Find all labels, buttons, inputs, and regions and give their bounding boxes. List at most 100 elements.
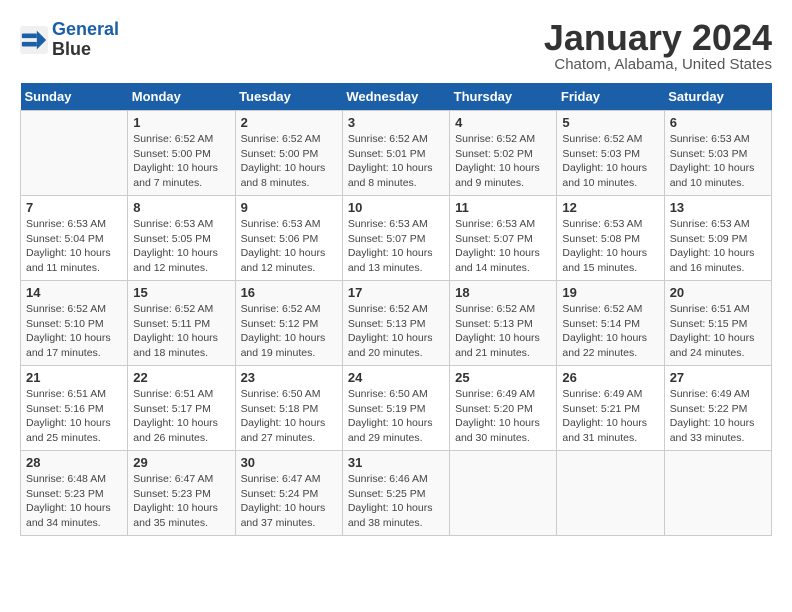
calendar-cell: 9 Sunrise: 6:53 AMSunset: 5:06 PMDaylight… [235, 196, 342, 281]
month-title: January 2024 [544, 20, 772, 56]
calendar-cell: 13 Sunrise: 6:53 AMSunset: 5:09 PMDayligh… [664, 196, 771, 281]
day-number: 4 [455, 115, 551, 130]
day-number: 8 [133, 200, 229, 215]
day-number: 19 [562, 285, 658, 300]
day-number: 23 [241, 370, 337, 385]
day-info: Sunrise: 6:52 AMSunset: 5:01 PMDaylight:… [348, 132, 444, 191]
calendar-cell: 12 Sunrise: 6:53 AMSunset: 5:08 PMDayligh… [557, 196, 664, 281]
day-number: 10 [348, 200, 444, 215]
weekday-header-wednesday: Wednesday [342, 83, 449, 111]
day-number: 16 [241, 285, 337, 300]
day-info: Sunrise: 6:53 AMSunset: 5:08 PMDaylight:… [562, 217, 658, 276]
day-info: Sunrise: 6:52 AMSunset: 5:03 PMDaylight:… [562, 132, 658, 191]
day-info: Sunrise: 6:53 AMSunset: 5:07 PMDaylight:… [348, 217, 444, 276]
day-number: 22 [133, 370, 229, 385]
day-info: Sunrise: 6:51 AMSunset: 5:16 PMDaylight:… [26, 387, 122, 446]
calendar-cell: 26 Sunrise: 6:49 AMSunset: 5:21 PMDayligh… [557, 366, 664, 451]
calendar-cell: 21 Sunrise: 6:51 AMSunset: 5:16 PMDayligh… [21, 366, 128, 451]
logo-line2: Blue [52, 40, 119, 60]
calendar-cell: 22 Sunrise: 6:51 AMSunset: 5:17 PMDayligh… [128, 366, 235, 451]
day-info: Sunrise: 6:48 AMSunset: 5:23 PMDaylight:… [26, 472, 122, 531]
title-block: January 2024 Chatom, Alabama, United Sta… [544, 20, 772, 73]
calendar-cell: 25 Sunrise: 6:49 AMSunset: 5:20 PMDayligh… [450, 366, 557, 451]
calendar-cell: 10 Sunrise: 6:53 AMSunset: 5:07 PMDayligh… [342, 196, 449, 281]
logo: General Blue [20, 20, 119, 60]
calendar-cell: 16 Sunrise: 6:52 AMSunset: 5:12 PMDayligh… [235, 281, 342, 366]
logo-text: General Blue [52, 20, 119, 60]
logo-line1: General [52, 19, 119, 39]
calendar-cell: 31Sunrise: 6:46 AMSunset: 5:25 PMDayligh… [342, 451, 449, 536]
weekday-header-monday: Monday [128, 83, 235, 111]
day-info: Sunrise: 6:49 AMSunset: 5:20 PMDaylight:… [455, 387, 551, 446]
day-number: 2 [241, 115, 337, 130]
calendar-cell: 8 Sunrise: 6:53 AMSunset: 5:05 PMDaylight… [128, 196, 235, 281]
calendar-cell: 20 Sunrise: 6:51 AMSunset: 5:15 PMDayligh… [664, 281, 771, 366]
day-number: 5 [562, 115, 658, 130]
calendar-cell: 11 Sunrise: 6:53 AMSunset: 5:07 PMDayligh… [450, 196, 557, 281]
calendar-cell: 7Sunrise: 6:53 AMSunset: 5:04 PMDaylight… [21, 196, 128, 281]
day-info: Sunrise: 6:52 AMSunset: 5:10 PMDaylight:… [26, 302, 122, 361]
calendar-cell [21, 111, 128, 196]
weekday-header-sunday: Sunday [21, 83, 128, 111]
day-number: 3 [348, 115, 444, 130]
calendar-week-row: 1Sunrise: 6:52 AMSunset: 5:00 PMDaylight… [21, 111, 772, 196]
day-number: 18 [455, 285, 551, 300]
page-header: General Blue January 2024 Chatom, Alabam… [20, 20, 772, 73]
day-info: Sunrise: 6:52 AMSunset: 5:14 PMDaylight:… [562, 302, 658, 361]
day-number: 29 [133, 455, 229, 470]
calendar-cell: 19 Sunrise: 6:52 AMSunset: 5:14 PMDayligh… [557, 281, 664, 366]
day-number: 12 [562, 200, 658, 215]
day-info: Sunrise: 6:53 AMSunset: 5:05 PMDaylight:… [133, 217, 229, 276]
day-number: 27 [670, 370, 766, 385]
day-number: 6 [670, 115, 766, 130]
day-info: Sunrise: 6:53 AMSunset: 5:09 PMDaylight:… [670, 217, 766, 276]
weekday-header-saturday: Saturday [664, 83, 771, 111]
weekday-header-friday: Friday [557, 83, 664, 111]
day-number: 20 [670, 285, 766, 300]
day-info: Sunrise: 6:52 AMSunset: 5:00 PMDaylight:… [133, 132, 229, 191]
calendar-cell: 3 Sunrise: 6:52 AMSunset: 5:01 PMDaylight… [342, 111, 449, 196]
calendar-week-row: 21 Sunrise: 6:51 AMSunset: 5:16 PMDayligh… [21, 366, 772, 451]
day-info: Sunrise: 6:53 AMSunset: 5:06 PMDaylight:… [241, 217, 337, 276]
weekday-header-row: SundayMondayTuesdayWednesdayThursdayFrid… [21, 83, 772, 111]
calendar-cell [664, 451, 771, 536]
calendar-cell: 5 Sunrise: 6:52 AMSunset: 5:03 PMDaylight… [557, 111, 664, 196]
day-info: Sunrise: 6:50 AMSunset: 5:18 PMDaylight:… [241, 387, 337, 446]
day-info: Sunrise: 6:53 AMSunset: 5:04 PMDaylight:… [26, 217, 122, 276]
calendar-cell: 2 Sunrise: 6:52 AMSunset: 5:00 PMDaylight… [235, 111, 342, 196]
day-info: Sunrise: 6:49 AMSunset: 5:22 PMDaylight:… [670, 387, 766, 446]
calendar-cell: 30 Sunrise: 6:47 AMSunset: 5:24 PMDayligh… [235, 451, 342, 536]
day-info: Sunrise: 6:52 AMSunset: 5:12 PMDaylight:… [241, 302, 337, 361]
day-number: 11 [455, 200, 551, 215]
calendar-cell: 4 Sunrise: 6:52 AMSunset: 5:02 PMDaylight… [450, 111, 557, 196]
day-number: 26 [562, 370, 658, 385]
calendar-cell: 23 Sunrise: 6:50 AMSunset: 5:18 PMDayligh… [235, 366, 342, 451]
day-info: Sunrise: 6:52 AMSunset: 5:13 PMDaylight:… [348, 302, 444, 361]
day-info: Sunrise: 6:52 AMSunset: 5:13 PMDaylight:… [455, 302, 551, 361]
calendar-cell: 14 Sunrise: 6:52 AMSunset: 5:10 PMDayligh… [21, 281, 128, 366]
calendar-week-row: 28 Sunrise: 6:48 AMSunset: 5:23 PMDayligh… [21, 451, 772, 536]
calendar-cell: 17 Sunrise: 6:52 AMSunset: 5:13 PMDayligh… [342, 281, 449, 366]
day-info: Sunrise: 6:47 AMSunset: 5:23 PMDaylight:… [133, 472, 229, 531]
day-info: Sunrise: 6:51 AMSunset: 5:15 PMDaylight:… [670, 302, 766, 361]
day-number: 9 [241, 200, 337, 215]
day-number: 30 [241, 455, 337, 470]
location-title: Chatom, Alabama, United States [544, 56, 772, 73]
day-number: 14 [26, 285, 122, 300]
day-info: Sunrise: 6:49 AMSunset: 5:21 PMDaylight:… [562, 387, 658, 446]
calendar-cell: 6Sunrise: 6:53 AMSunset: 5:03 PMDaylight… [664, 111, 771, 196]
day-number: 17 [348, 285, 444, 300]
day-info: Sunrise: 6:52 AMSunset: 5:11 PMDaylight:… [133, 302, 229, 361]
calendar-cell: 28 Sunrise: 6:48 AMSunset: 5:23 PMDayligh… [21, 451, 128, 536]
day-info: Sunrise: 6:47 AMSunset: 5:24 PMDaylight:… [241, 472, 337, 531]
day-number: 28 [26, 455, 122, 470]
day-number: 25 [455, 370, 551, 385]
day-info: Sunrise: 6:51 AMSunset: 5:17 PMDaylight:… [133, 387, 229, 446]
day-number: 13 [670, 200, 766, 215]
calendar-week-row: 14 Sunrise: 6:52 AMSunset: 5:10 PMDayligh… [21, 281, 772, 366]
day-number: 21 [26, 370, 122, 385]
logo-icon [20, 26, 48, 54]
day-info: Sunrise: 6:52 AMSunset: 5:00 PMDaylight:… [241, 132, 337, 191]
day-info: Sunrise: 6:53 AMSunset: 5:07 PMDaylight:… [455, 217, 551, 276]
day-info: Sunrise: 6:52 AMSunset: 5:02 PMDaylight:… [455, 132, 551, 191]
